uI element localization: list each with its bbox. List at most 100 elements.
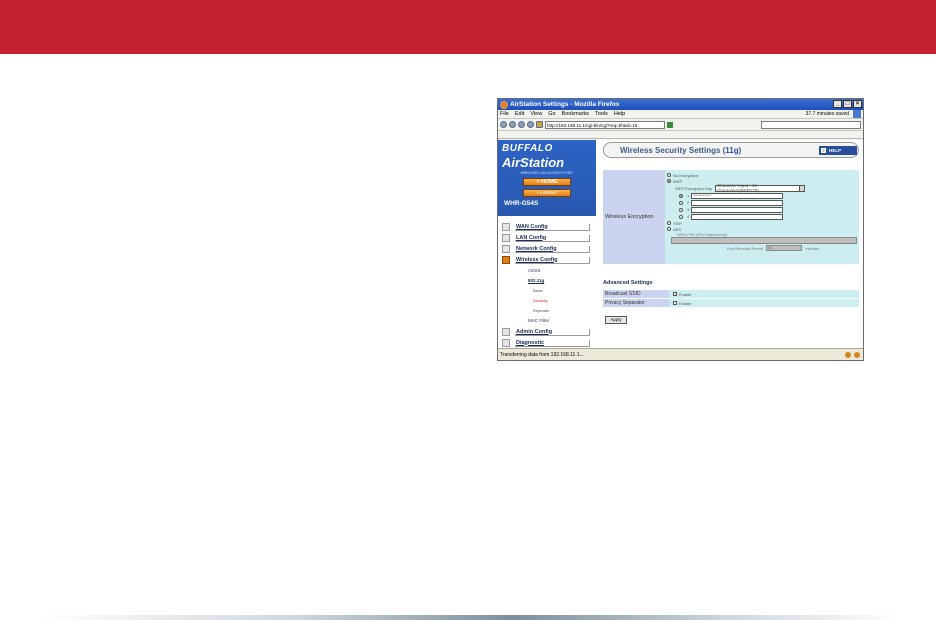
tkip-label: TKIP [673,220,682,226]
sidebar-item-admin-config[interactable]: Admin Config [502,327,590,337]
logo-block: BUFFALO AirStation WIRELESS LAN ACCESS P… [498,140,596,216]
key-4-radio[interactable] [679,214,683,219]
status-icons [845,351,860,358]
menu-item-icon [502,245,510,253]
maximize-button[interactable]: □ [843,100,852,108]
key-1-label: 1 [687,193,690,198]
home-icon[interactable] [536,121,543,128]
sidebar-item-wireless-config[interactable]: Wireless Config [502,255,590,265]
sidebar-subitem-mac-filter[interactable]: MAC Filter [498,316,596,326]
menu-go[interactable]: Go [548,111,555,117]
broadcast-ssid-label: Broadcast SSID [603,290,669,298]
key-renewal-unit: minutes [805,245,820,251]
apply-button[interactable]: Apply [605,316,627,324]
page-title: Wireless Security Settings (11g) [620,146,741,155]
security-lock-icon [845,351,851,358]
home-button[interactable]: > HOME [523,178,571,186]
privacy-separator-row: Privacy Separator Enable [603,299,859,307]
bottom-gradient-line [40,615,900,620]
key-3-radio[interactable] [679,207,683,212]
wep-radio[interactable] [667,179,671,183]
sidebar-subitem-basic[interactable]: Basic [498,286,596,296]
key-2-label: 2 [687,200,690,205]
chevron-down-icon[interactable] [799,185,805,191]
key-2-input[interactable] [691,199,784,206]
popup-blocker-icon [854,351,860,358]
sidebar-item-label: Wireless Config [515,256,590,264]
go-icon[interactable] [667,121,673,128]
key-renewal-input[interactable]: 60 [766,245,803,251]
broadcast-ssid-row: Broadcast SSID ✓ Enable [603,290,859,298]
product-tagline: WIRELESS LAN ACCESS POINT [520,171,574,175]
menu-item-icon [502,234,510,242]
browser-window-screenshot: AirStation Settings - Mozilla Firefox _ … [497,98,864,361]
psk-input[interactable] [671,237,857,244]
key-renewal-row: Key Renewal Period 60 minutes [667,244,857,252]
bookmarks-toolbar [498,131,863,139]
key-4-label: 4 [687,214,690,219]
back-icon[interactable] [500,121,507,128]
close-button[interactable]: × [853,100,862,108]
menu-help[interactable]: Help [614,111,625,117]
wireless-encryption-section: Wireless Encryption No Encryption WEP WE… [603,170,859,264]
wep-label: WEP [673,178,683,184]
window-title: AirStation Settings - Mozilla Firefox [510,101,620,108]
menu-view[interactable]: View [530,111,542,117]
logout-button-label: LOGOUT [540,190,558,195]
page-title-prefix: Wireless Security Settings ( [620,145,726,155]
sidebar-item-label: Network Config [515,245,590,253]
sidebar-subitem-security[interactable]: Security [498,296,596,306]
url-input[interactable]: http://192.168.11.1/cgi-bin/cgi?req=tfr&… [545,120,665,129]
menu-item-icon [502,328,510,336]
menu-bookmarks[interactable]: Bookmarks [562,111,590,117]
sidebar-item-network-config[interactable]: Network Config [502,244,590,254]
sidebar-item-label: LAN Config [515,234,590,242]
broadcast-ssid-checkbox[interactable]: ✓ [673,292,677,297]
privacy-separator-enable-label: Enable [679,300,692,306]
sidebar-subitem-80211g[interactable]: 802.11g [498,276,596,286]
sidebar-item-wan-config[interactable]: WAN Config [502,222,590,232]
model-name: WHR-G54S [504,200,539,207]
logout-button[interactable]: > LOGOUT [523,189,571,197]
help-button[interactable]: ? HELP [819,146,857,155]
tkip-radio[interactable] [667,221,671,225]
wep-key-4-row: 4 [667,213,857,220]
key-2-radio[interactable] [679,200,683,205]
privacy-separator-checkbox[interactable] [673,301,677,305]
menu-item-active-icon [502,256,510,264]
main-panel: Wireless Security Settings (11g) ? HELP … [603,142,859,348]
minimize-button[interactable]: _ [833,100,842,108]
stop-icon[interactable] [527,121,534,128]
forward-icon[interactable] [509,121,516,128]
sidebar-item-diagnostic[interactable]: Diagnostic [502,338,590,348]
broadcast-ssid-field: ✓ Enable [669,290,859,298]
home-button-label: HOME [541,179,558,185]
aes-label: AES [673,226,682,232]
sidebar-item-lan-config[interactable]: LAN Config [502,233,590,243]
sidebar-subitem-repeater[interactable]: Repeater [498,306,596,316]
aes-radio[interactable] [667,227,671,231]
throbber-icon [853,110,861,118]
sidebar-subitem-aoss[interactable]: AOSS [498,266,596,276]
encryption-options: No Encryption WEP WEP Encryption Key Cha… [665,170,859,264]
key-1-input[interactable]: ************* [691,192,784,199]
key-4-input[interactable] [691,213,784,220]
no-encryption-radio[interactable] [667,173,671,177]
wep-key-type-select[interactable]: Character Input : 13 characters(WEP128) [715,183,806,193]
menu-tools[interactable]: Tools [595,111,608,117]
no-encryption-label: No Encryption [673,172,699,178]
saved-time-text: 37.7 minutes saved [805,111,849,117]
key-3-input[interactable] [691,206,784,213]
sidebar-menu: WAN Config LAN Config Network Config Wir… [498,216,596,348]
wireless-encryption-label: Wireless Encryption [603,170,665,264]
help-button-label: HELP [829,148,842,153]
brand-logo: BUFFALO [502,143,553,154]
help-icon: ? [821,148,826,153]
reload-icon[interactable] [518,121,525,128]
menu-edit[interactable]: Edit [515,111,524,117]
search-input[interactable] [761,120,861,129]
menu-file[interactable]: File [500,111,509,117]
wep-key-type-value: Character Input : 13 characters(WEP128) [717,183,759,193]
key-1-radio[interactable] [679,193,683,198]
status-text: Transferring data from 192.168.11.1... [500,351,584,358]
